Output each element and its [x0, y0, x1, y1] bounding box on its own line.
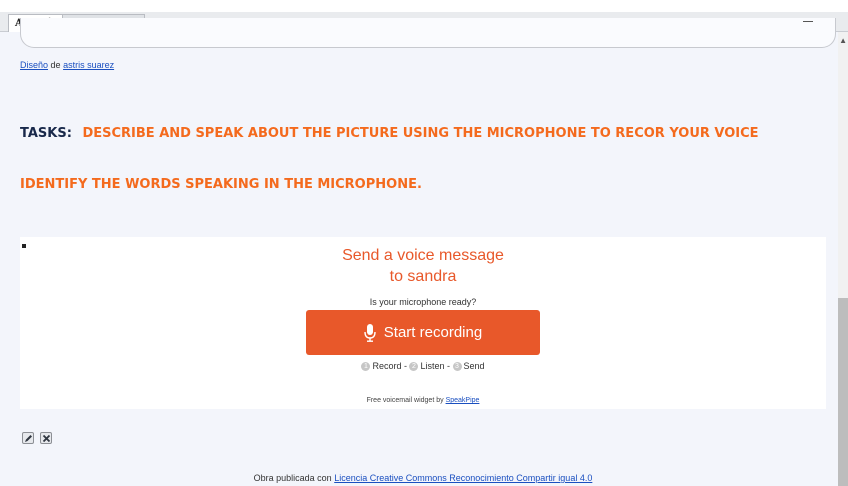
step-listen: Listen	[420, 361, 445, 371]
author-link[interactable]: astris suarez	[63, 60, 114, 70]
start-recording-label: Start recording	[383, 324, 483, 341]
step-record: Record	[372, 361, 402, 371]
edit-icon	[24, 434, 32, 442]
widget-title-line1: Send a voice message	[342, 247, 504, 264]
tasks-label: TASKS:	[20, 126, 72, 141]
identify-heading: IDENTIFY THE WORDS SPEAKING IN THE MICRO…	[20, 177, 422, 192]
widget-footer-prefix: Free voicemail widget by	[366, 397, 444, 404]
license-notice: Obra publicada con Licencia Creative Com…	[8, 473, 838, 483]
widget-title: Send a voice message to sandra	[20, 245, 826, 287]
widget-title-line2: to sandra	[389, 268, 457, 285]
step-number-icon: 2	[409, 362, 419, 372]
editor-content: Diseño de astris suarez TASKS: DESCRIBE …	[8, 18, 838, 486]
tasks-heading: TASKS: DESCRIBE AND SPEAK ABOUT THE PICT…	[20, 123, 820, 145]
design-credit: Diseño de astris suarez	[20, 60, 114, 70]
recording-steps: 1 Record - 2 Listen - 3 Send	[20, 361, 826, 372]
scroll-up-icon[interactable]: ▲	[839, 36, 847, 45]
microphone-question: Is your microphone ready?	[369, 297, 477, 307]
delete-icon	[42, 434, 50, 442]
image-frame	[20, 18, 836, 48]
license-link[interactable]: Licencia Creative Commons Reconocimiento…	[334, 473, 592, 483]
step-number-icon: 3	[452, 362, 462, 372]
credit-by: de	[50, 60, 61, 70]
start-recording-button[interactable]: Start recording	[306, 310, 540, 355]
design-link[interactable]: Diseño	[20, 60, 48, 70]
step-separator: -	[401, 361, 410, 371]
speakpipe-widget: Send a voice message to sandra Is your m…	[20, 237, 826, 409]
scrollbar-thumb[interactable]	[838, 298, 848, 486]
delete-button[interactable]	[40, 432, 52, 444]
edit-button[interactable]	[22, 432, 34, 444]
step-separator: -	[444, 361, 453, 371]
microphone-icon	[364, 323, 376, 342]
tasks-text: DESCRIBE AND SPEAK ABOUT THE PICTURE USI…	[82, 126, 759, 141]
step-number-icon: 1	[361, 362, 371, 372]
license-prefix: Obra publicada con	[253, 473, 332, 483]
frame-mark	[803, 21, 813, 22]
step-send: Send	[463, 361, 485, 371]
widget-footer: Free voicemail widget by SpeakPipe	[20, 397, 826, 404]
speakpipe-link[interactable]: SpeakPipe	[446, 397, 480, 404]
